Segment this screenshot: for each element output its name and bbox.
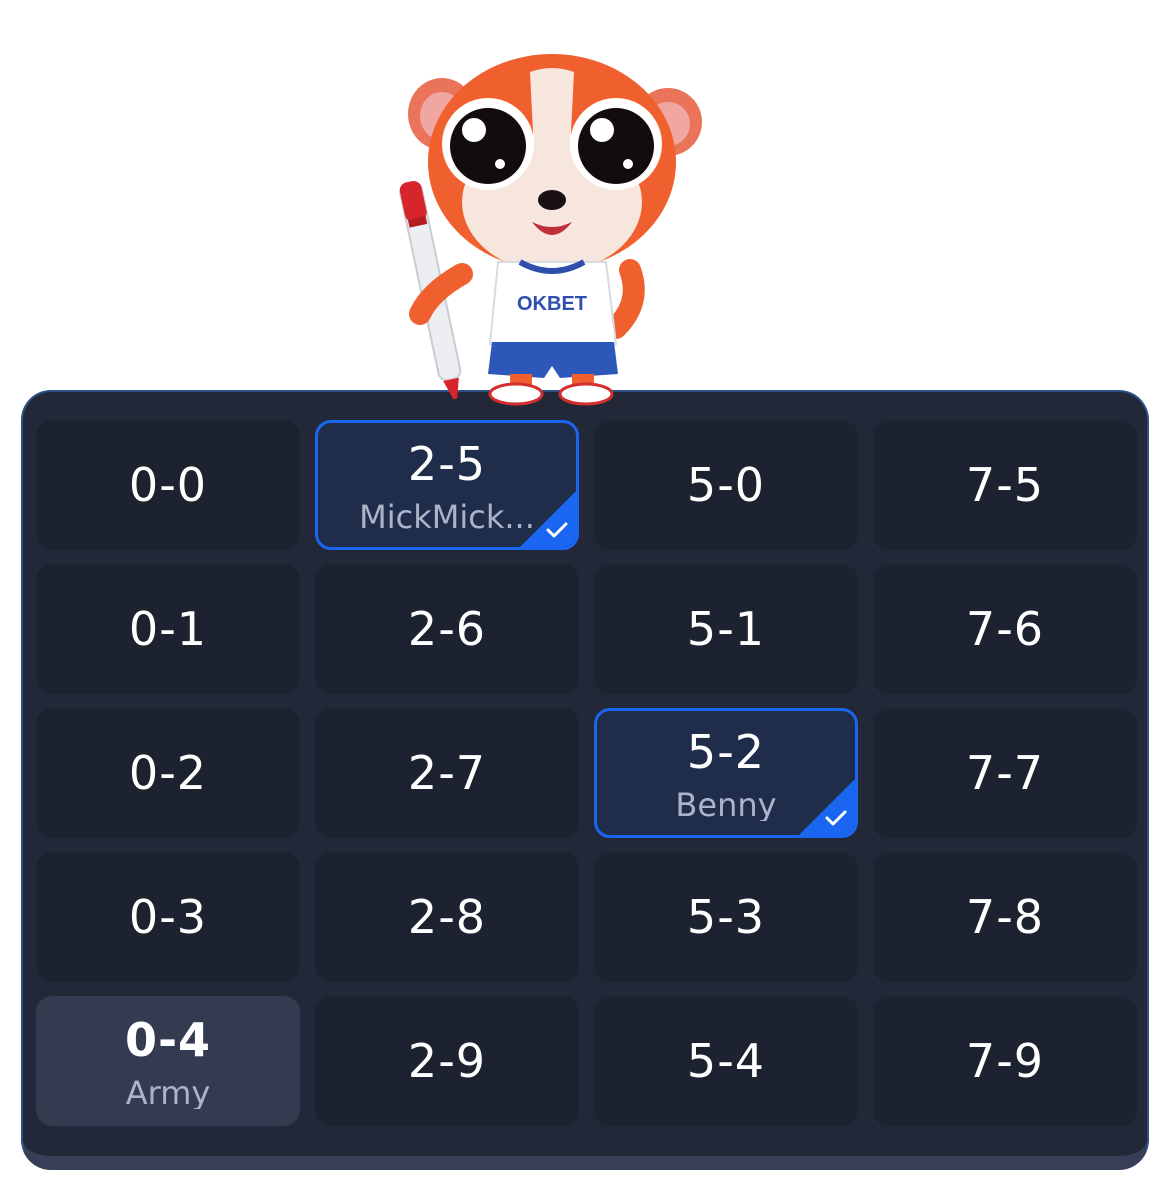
score-label: 0-2 bbox=[128, 746, 208, 800]
score-label: 2-8 bbox=[407, 890, 487, 944]
score-cell-0-3[interactable]: 0-3 bbox=[36, 852, 300, 982]
score-label: 5-1 bbox=[686, 602, 766, 656]
score-cell-5-4[interactable]: 5-4 bbox=[594, 996, 858, 1126]
score-label: 0-4 bbox=[124, 1013, 212, 1067]
score-label: 2-9 bbox=[407, 1034, 487, 1088]
svg-text:OKBET: OKBET bbox=[517, 293, 587, 315]
score-cell-2-5[interactable]: 2-5 MickMick... bbox=[315, 420, 579, 550]
score-label: 5-4 bbox=[686, 1034, 766, 1088]
score-cell-0-4[interactable]: 0-4 Army bbox=[36, 996, 300, 1126]
score-cell-5-2[interactable]: 5-2 Benny bbox=[594, 708, 858, 838]
score-grid: 0-0 2-5 MickMick... 5-0 7-5 0-1 2-6 5-1 7-6 0-2 2-… bbox=[36, 420, 1137, 1126]
score-picker-screen: OKBET 0-0 2-5 MickMick... 5-0 7-5 0-1 2-6 5-1 7-… bbox=[0, 0, 1170, 1194]
score-cell-0-1[interactable]: 0-1 bbox=[36, 564, 300, 694]
score-label: 7-7 bbox=[965, 746, 1045, 800]
score-cell-0-0[interactable]: 0-0 bbox=[36, 420, 300, 550]
score-cell-2-9[interactable]: 2-9 bbox=[315, 996, 579, 1126]
player-name-label: MickMick... bbox=[359, 501, 535, 533]
score-cell-2-7[interactable]: 2-7 bbox=[315, 708, 579, 838]
score-label: 7-9 bbox=[965, 1034, 1045, 1088]
score-cell-7-8[interactable]: 7-8 bbox=[873, 852, 1137, 982]
checkmark-icon bbox=[546, 522, 568, 538]
score-board: 0-0 2-5 MickMick... 5-0 7-5 0-1 2-6 5-1 7-6 0-2 2-… bbox=[21, 390, 1149, 1170]
score-cell-7-7[interactable]: 7-7 bbox=[873, 708, 1137, 838]
score-label: 7-8 bbox=[965, 890, 1045, 944]
score-cell-7-6[interactable]: 7-6 bbox=[873, 564, 1137, 694]
red-panda-mascot-icon: OKBET bbox=[399, 54, 702, 406]
score-cell-2-6[interactable]: 2-6 bbox=[315, 564, 579, 694]
score-label: 0-3 bbox=[128, 890, 208, 944]
player-name-label: Benny bbox=[675, 789, 777, 821]
selected-corner-badge bbox=[798, 778, 855, 835]
score-label: 2-5 bbox=[407, 437, 487, 491]
score-cell-5-3[interactable]: 5-3 bbox=[594, 852, 858, 982]
score-cell-2-8[interactable]: 2-8 bbox=[315, 852, 579, 982]
score-cell-5-0[interactable]: 5-0 bbox=[594, 420, 858, 550]
score-label: 5-3 bbox=[686, 890, 766, 944]
score-label: 7-5 bbox=[965, 458, 1045, 512]
score-cell-0-2[interactable]: 0-2 bbox=[36, 708, 300, 838]
score-label: 5-0 bbox=[686, 458, 766, 512]
score-label: 7-6 bbox=[965, 602, 1045, 656]
score-cell-7-5[interactable]: 7-5 bbox=[873, 420, 1137, 550]
player-name-label: Army bbox=[125, 1077, 211, 1109]
score-label: 2-7 bbox=[407, 746, 487, 800]
score-cell-7-9[interactable]: 7-9 bbox=[873, 996, 1137, 1126]
checkmark-icon bbox=[825, 810, 847, 826]
score-label: 0-1 bbox=[128, 602, 208, 656]
selected-corner-badge bbox=[519, 490, 576, 547]
score-label: 2-6 bbox=[407, 602, 487, 656]
score-label: 0-0 bbox=[128, 458, 208, 512]
score-cell-5-1[interactable]: 5-1 bbox=[594, 564, 858, 694]
score-label: 5-2 bbox=[686, 725, 766, 779]
